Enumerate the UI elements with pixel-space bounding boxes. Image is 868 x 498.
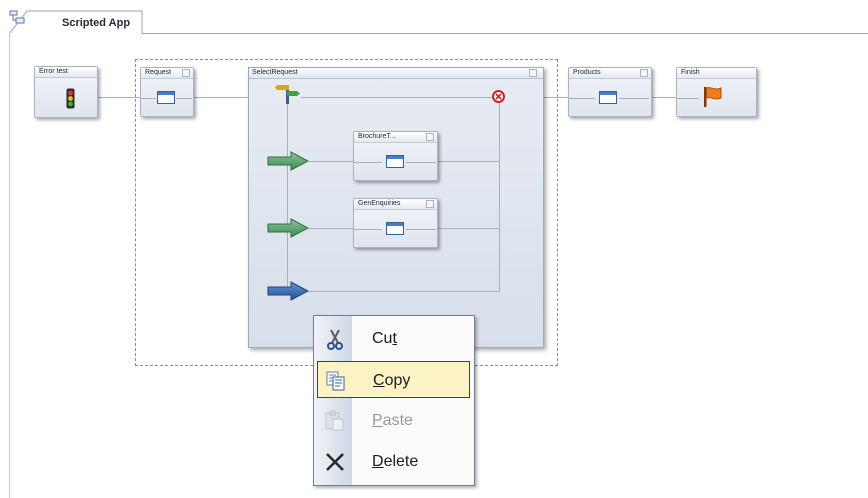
connector: [287, 104, 288, 290]
form-icon: [386, 155, 404, 168]
node-gen-enquiries[interactable]: GenEnquiries: [353, 198, 438, 248]
node-title: Products: [569, 68, 651, 79]
pin-icon[interactable]: [426, 133, 434, 141]
error-marker-icon: [492, 90, 505, 103]
tab-label: Scripted App: [62, 17, 131, 29]
node-brochure[interactable]: BrochureT...: [353, 131, 438, 181]
node-title: SelectRequest: [249, 68, 543, 79]
menu-item-label: Paste: [372, 412, 413, 429]
branch-signpost-icon: [275, 85, 300, 104]
node-connector: [354, 162, 382, 163]
menu-item-paste[interactable]: Paste: [317, 402, 470, 439]
connector: [650, 97, 676, 98]
connector: [437, 228, 499, 229]
node-connector: [406, 162, 436, 163]
connector: [309, 161, 353, 162]
node-connector: [176, 98, 192, 99]
node-title: Error test: [35, 67, 97, 78]
pin-icon[interactable]: [640, 69, 648, 77]
connector: [96, 97, 140, 98]
green-arrow-icon: [267, 151, 309, 171]
menu-item-copy[interactable]: Copy: [317, 361, 470, 398]
node-title: BrochureT...: [354, 132, 437, 143]
pin-icon[interactable]: [182, 69, 190, 77]
connector: [437, 161, 499, 162]
copy-icon: [326, 371, 345, 391]
node-request[interactable]: Request: [140, 67, 194, 117]
tree-icon: [9, 10, 25, 24]
menu-item-label: Cut: [372, 330, 397, 347]
pin-icon[interactable]: [426, 200, 434, 208]
tab-strip: Scripted App: [0, 0, 868, 35]
connector: [309, 228, 353, 229]
menu-item-cut[interactable]: Cut: [317, 320, 470, 357]
form-icon: [599, 91, 617, 104]
connector: [301, 97, 494, 98]
node-connector: [677, 98, 699, 99]
pin-icon[interactable]: [529, 69, 537, 77]
paste-icon: [325, 410, 344, 431]
context-menu: Cut Copy Paste Delete: [313, 315, 475, 486]
blue-arrow-icon: [267, 281, 309, 301]
traffic-light-icon: [66, 88, 75, 109]
node-error-test[interactable]: Error test: [34, 66, 98, 118]
connector: [499, 98, 500, 292]
connector: [309, 291, 499, 292]
menu-item-label: Copy: [373, 372, 411, 389]
menu-item-label: Delete: [372, 453, 419, 470]
node-connector: [619, 98, 649, 99]
node-connector: [406, 229, 436, 230]
tab-scripted-app[interactable]: Scripted App: [9, 10, 143, 35]
form-icon: [157, 91, 175, 104]
form-icon: [386, 222, 404, 235]
menu-item-delete[interactable]: Delete: [317, 443, 470, 480]
node-connector: [569, 98, 595, 99]
node-connector: [354, 229, 382, 230]
node-connector: [141, 98, 156, 99]
node-finish[interactable]: Finish: [676, 67, 757, 117]
delete-x-icon: [326, 453, 344, 471]
node-title: Finish: [677, 68, 756, 79]
green-arrow-icon: [267, 218, 309, 238]
finish-flag-icon: [704, 87, 722, 107]
node-title: GenEnquiries: [354, 199, 437, 210]
node-products[interactable]: Products: [568, 67, 652, 117]
scissors-icon: [327, 329, 343, 350]
